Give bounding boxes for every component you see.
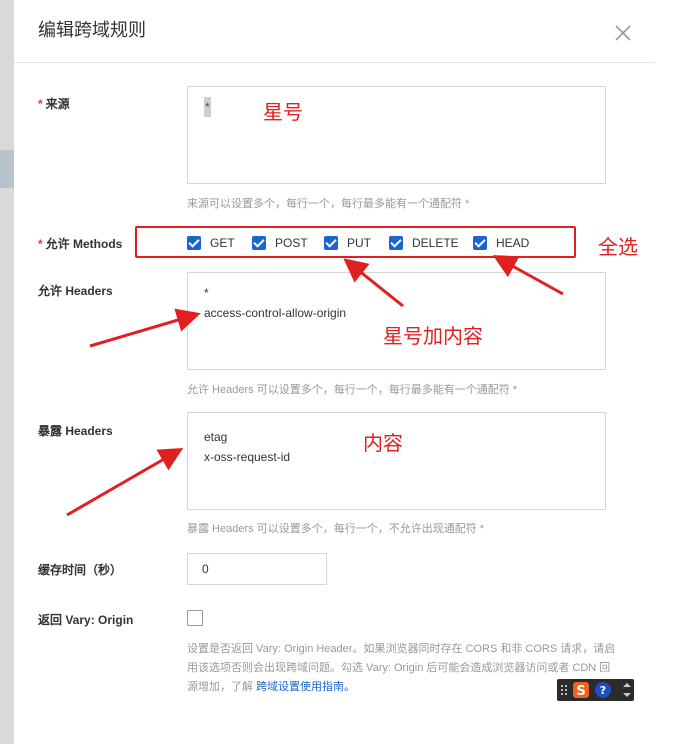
expose-headers-line: etag [204, 430, 228, 444]
grip-icon[interactable] [561, 685, 567, 695]
methods-label: * 允许 Methods [38, 235, 122, 252]
required-mark: * [38, 97, 43, 111]
annotation-star: 星号 [263, 100, 303, 124]
vary-label: 返回 Vary: Origin [38, 613, 134, 627]
origin-textarea[interactable]: * [187, 86, 606, 184]
background-sidebar-selected [0, 150, 14, 188]
annotation-content: 内容 [363, 431, 403, 455]
allow-headers-label: 允许 Headers [38, 284, 113, 298]
allow-headers-line: * [204, 286, 209, 300]
vary-checkbox[interactable] [187, 610, 203, 626]
ime-toolbar: S ? [557, 679, 634, 701]
header-divider [14, 62, 655, 63]
methods-label-text: 允许 Methods [45, 237, 123, 251]
annotation-select-all: 全选 [598, 235, 638, 259]
vary-description: 设置是否返回 Vary: Origin Header。如果浏览器同时存在 COR… [187, 640, 617, 697]
dialog-title: 编辑跨域规则 [38, 20, 146, 40]
expose-headers-line: x-oss-request-id [204, 450, 291, 464]
expose-headers-label: 暴露 Headers [38, 424, 113, 438]
allow-headers-line: access-control-allow-origin [204, 306, 347, 320]
expose-headers-hint: 暴露 Headers 可以设置多个，每行一个，不允许出现通配符 * [187, 523, 485, 535]
menu-icon[interactable] [623, 683, 631, 697]
vary-description-text: 设置是否返回 Vary: Origin Header。如果浏览器同时存在 COR… [187, 643, 616, 693]
origin-hint: 来源可以设置多个，每行一个，每行最多能有一个通配符 * [187, 198, 470, 210]
background-sidebar [0, 0, 14, 744]
sogou-s-icon[interactable]: S [573, 682, 589, 699]
origin-label-text: 来源 [45, 97, 70, 111]
required-mark: * [38, 237, 43, 251]
svg-text:S: S [576, 684, 585, 699]
annotation-star-plus-content: 星号加内容 [383, 324, 483, 348]
cache-value: 0 [202, 562, 209, 576]
cache-label: 缓存时间（秒） [38, 563, 123, 577]
svg-text:?: ? [600, 684, 606, 697]
help-icon[interactable]: ? [595, 682, 611, 698]
allow-headers-hint: 允许 Headers 可以设置多个，每行一个，每行最多能有一个通配符 * [187, 384, 518, 396]
background-right [655, 0, 693, 744]
select-all-highlight-box [135, 226, 576, 258]
origin-value: * [204, 97, 211, 117]
cache-input[interactable]: 0 [187, 553, 327, 585]
close-icon[interactable] [612, 22, 634, 44]
cors-guide-link[interactable]: 跨域设置使用指南。 [256, 681, 355, 693]
origin-label: * 来源 [38, 95, 70, 112]
